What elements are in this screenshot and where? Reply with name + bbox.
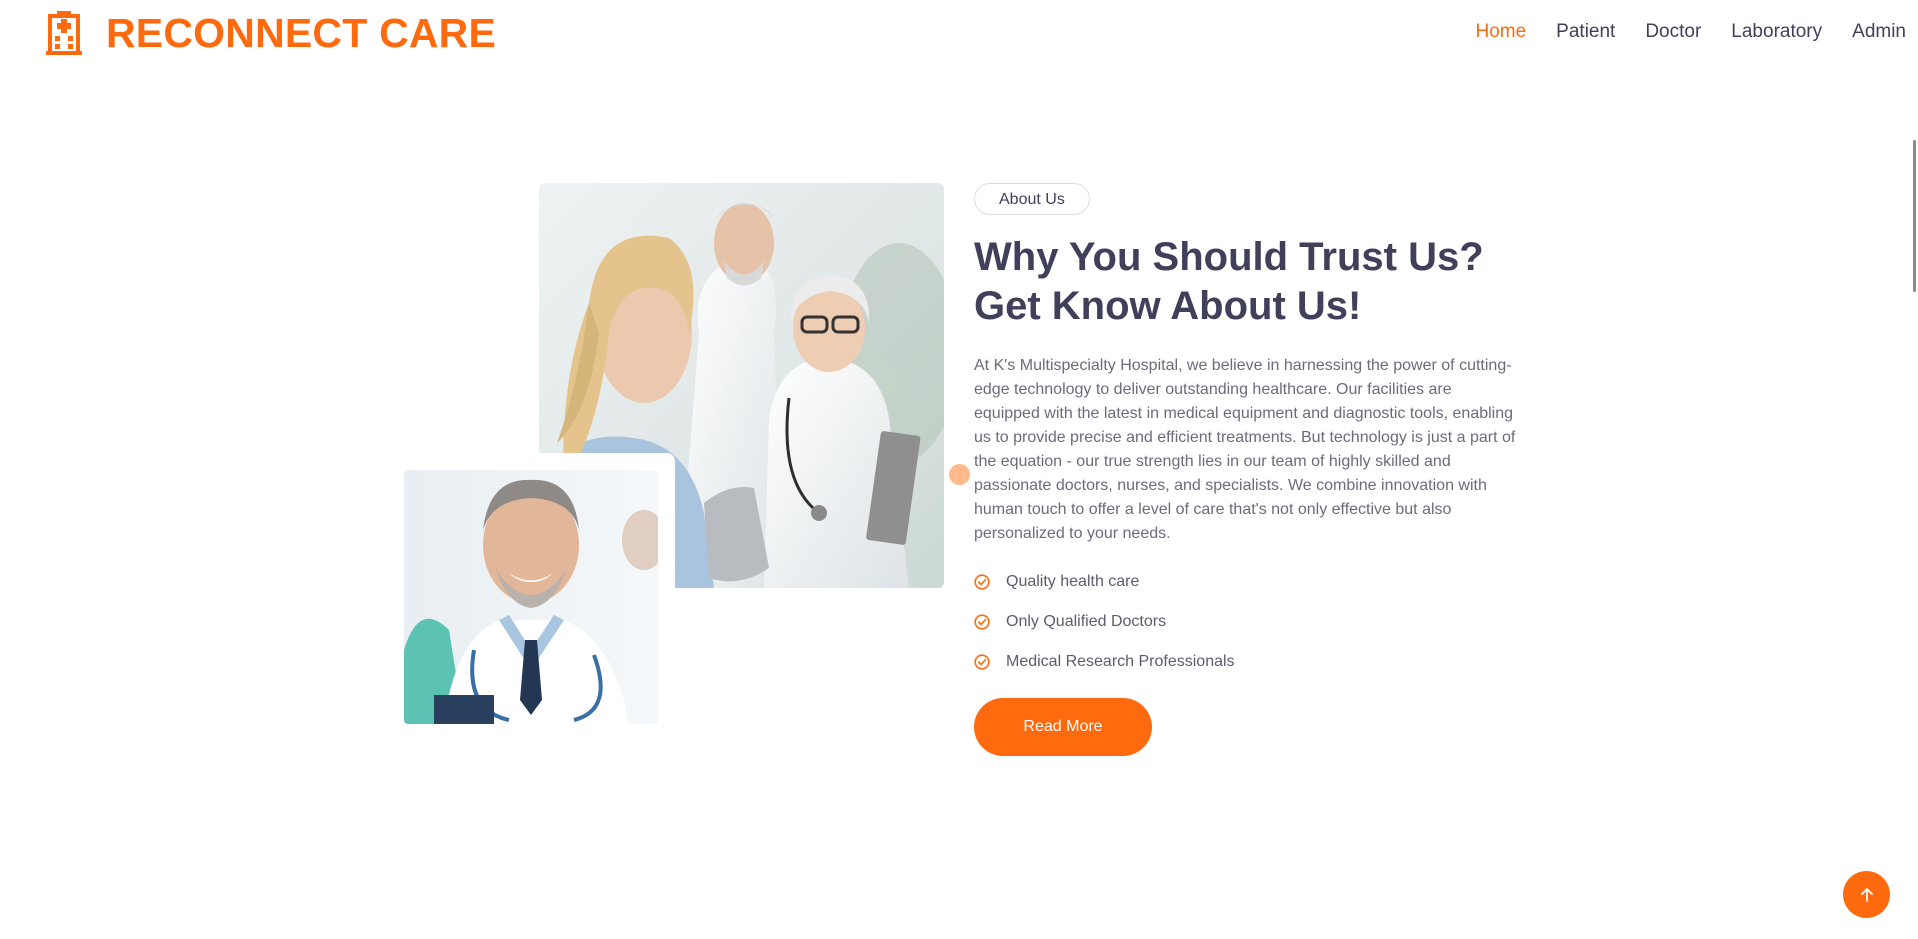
hospital-building-icon bbox=[46, 11, 82, 55]
check-circle-icon bbox=[974, 614, 990, 630]
brand-logo[interactable]: RECONNECT CARE bbox=[44, 10, 496, 56]
check-circle-icon bbox=[974, 574, 990, 590]
main-nav: Home Patient Doctor Laboratory Admin bbox=[1445, 20, 1906, 44]
feature-list: Quality health care Only Qualified Docto… bbox=[974, 562, 1235, 682]
about-paragraph: At K's Multispecialty Hospital, we belie… bbox=[974, 357, 1516, 542]
feature-label: Only Qualified Doctors bbox=[1006, 613, 1167, 630]
section-heading: Why You Should Trust Us? Get Know About … bbox=[974, 233, 1534, 331]
heading-line-1: Why You Should Trust Us? bbox=[974, 235, 1484, 279]
heading-line-2: Get Know About Us! bbox=[974, 284, 1362, 328]
scrollbar-thumb[interactable] bbox=[1913, 140, 1916, 292]
read-more-button[interactable]: Read More bbox=[974, 698, 1152, 756]
feature-label: Quality health care bbox=[1006, 573, 1140, 590]
decorative-dot bbox=[949, 464, 970, 485]
smiling-doctor-photo bbox=[404, 470, 658, 724]
section-badge: About Us bbox=[974, 183, 1090, 215]
nav-patient[interactable]: Patient bbox=[1556, 20, 1615, 44]
feature-item: Only Qualified Doctors bbox=[974, 602, 1235, 642]
nav-laboratory[interactable]: Laboratory bbox=[1731, 20, 1822, 44]
page-scrollbar[interactable] bbox=[1912, 66, 1918, 939]
nav-admin[interactable]: Admin bbox=[1852, 20, 1906, 44]
arrow-up-icon bbox=[1860, 887, 1873, 902]
feature-item: Quality health care bbox=[974, 562, 1235, 602]
navbar: RECONNECT CARE Home Patient Doctor Labor… bbox=[0, 0, 1918, 66]
back-to-top-button[interactable] bbox=[1843, 871, 1890, 918]
check-circle-icon bbox=[974, 654, 990, 670]
nav-doctor[interactable]: Doctor bbox=[1645, 20, 1701, 44]
feature-label: Medical Research Professionals bbox=[1006, 653, 1235, 670]
brand-name: RECONNECT CARE bbox=[106, 10, 497, 56]
nav-home[interactable]: Home bbox=[1475, 20, 1526, 44]
feature-item: Medical Research Professionals bbox=[974, 642, 1235, 682]
